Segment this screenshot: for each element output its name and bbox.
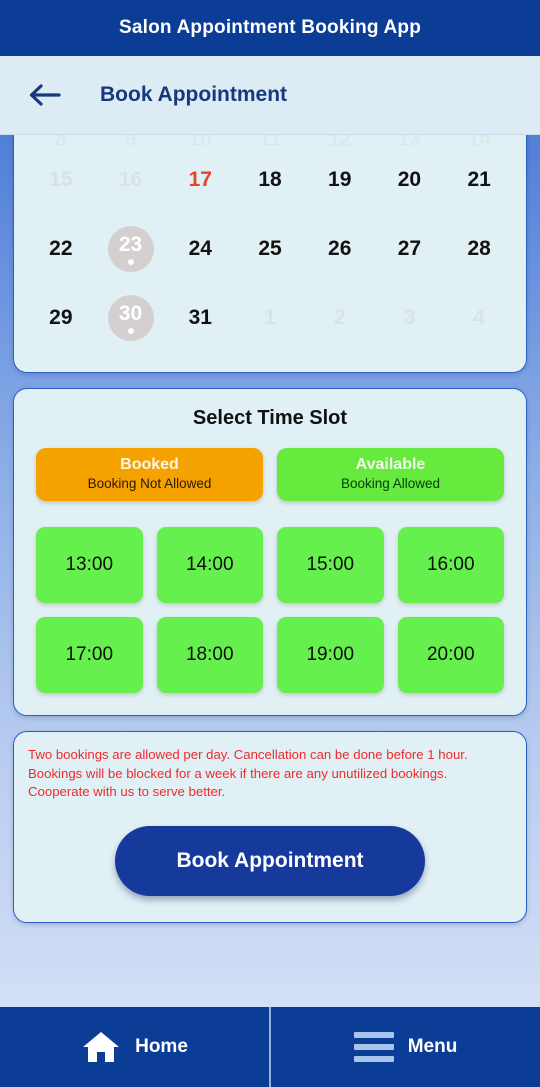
- time-slot-button[interactable]: 18:00: [156, 617, 263, 693]
- calendar-day-cell[interactable]: 21: [444, 145, 514, 214]
- calendar-day-cell: 15: [49, 167, 73, 191]
- calendar-day-cell[interactable]: 11: [235, 135, 305, 145]
- calendar-day-cell[interactable]: 29: [26, 283, 96, 352]
- time-slot-button[interactable]: 15:00: [277, 527, 384, 603]
- time-slot-button[interactable]: 16:00: [397, 527, 504, 603]
- calendar-day-cell: 16: [118, 167, 143, 191]
- calendar-day-dot: [127, 327, 134, 334]
- sub-header: Book Appointment: [0, 56, 540, 135]
- notice-card: Two bookings are allowed per day. Cancel…: [13, 731, 527, 924]
- nav-item-home[interactable]: Home: [0, 1007, 269, 1087]
- calendar-day-cell[interactable]: 31: [165, 283, 235, 352]
- calendar-day-cell[interactable]: 8: [26, 135, 96, 145]
- time-slot-card: Select Time Slot Booked Booking Not Allo…: [13, 388, 527, 716]
- calendar-day-cell: 2: [333, 305, 346, 329]
- calendar-day-cell: 3: [403, 305, 416, 329]
- legend-available: Available Booking Allowed: [277, 448, 504, 501]
- calendar-day-cell[interactable]: 19: [305, 145, 375, 214]
- app-title: Salon Appointment Booking App: [118, 17, 422, 38]
- time-slot-button[interactable]: 20:00: [397, 617, 504, 693]
- content-scroll-area[interactable]: 891011121314 151617181920212223242526272…: [0, 135, 540, 1007]
- time-slot-button[interactable]: 13:00: [36, 527, 143, 603]
- calendar-day-marker: 30: [107, 294, 154, 341]
- legend-available-title: Available: [355, 456, 426, 473]
- calendar-day-cell[interactable]: 20: [375, 145, 445, 214]
- calendar-card[interactable]: 891011121314 151617181920212223242526272…: [13, 135, 527, 373]
- time-slot-button[interactable]: 17:00: [36, 617, 143, 693]
- nav-label-home: Home: [135, 1036, 188, 1057]
- calendar-day-cell[interactable]: 17: [165, 145, 235, 214]
- app-bar: Salon Appointment Booking App: [0, 0, 540, 56]
- time-slot-grid[interactable]: 13:00 14:00 15:00 16:00 17:00 18:00 19:00 20:00: [28, 527, 512, 693]
- calendar-day-label: 23: [118, 232, 143, 256]
- bottom-navigation: Home Menu: [0, 1007, 540, 1087]
- calendar-day-cell[interactable]: 25: [235, 214, 305, 283]
- calendar-row: 22 23 24 25 26 27 28: [26, 214, 514, 283]
- home-icon: [81, 1030, 121, 1064]
- calendar-row: 29 30 31 1 2 3 4: [26, 283, 514, 352]
- hamburger-icon: [353, 1032, 394, 1062]
- calendar-day-cell[interactable]: 14: [444, 135, 514, 145]
- calendar-day-dot: [127, 258, 134, 265]
- calendar-day-label: 30: [118, 301, 143, 325]
- legend-booked-title: Booked: [120, 456, 179, 473]
- cta-wrap: Book Appointment: [28, 826, 512, 897]
- legend-available-subtitle: Booking Allowed: [340, 476, 441, 491]
- calendar-day-cell[interactable]: 12: [305, 135, 375, 145]
- legend-row: Booked Booking Not Allowed Available Boo…: [28, 448, 512, 501]
- book-appointment-button[interactable]: Book Appointment: [115, 826, 425, 897]
- calendar-day-cell[interactable]: 24: [165, 214, 235, 283]
- page-title: Book Appointment: [100, 83, 288, 106]
- calendar-day-marker: 23: [107, 225, 154, 272]
- nav-item-menu[interactable]: Menu: [269, 1007, 540, 1087]
- calendar-day-cell[interactable]: 23: [96, 214, 166, 283]
- calendar-day-cell[interactable]: 27: [375, 214, 445, 283]
- calendar-day-cell[interactable]: 22: [26, 214, 96, 283]
- nav-label-menu: Menu: [407, 1036, 458, 1057]
- calendar-day-cell[interactable]: 13: [375, 135, 445, 145]
- calendar-day-cell[interactable]: 26: [305, 214, 375, 283]
- legend-booked-subtitle: Booking Not Allowed: [87, 476, 212, 491]
- time-slot-button[interactable]: 19:00: [277, 617, 384, 693]
- legend-booked: Booked Booking Not Allowed: [36, 448, 263, 501]
- calendar-day-cell[interactable]: 28: [444, 214, 514, 283]
- calendar-day-cell: 1: [264, 305, 276, 329]
- calendar-day-cell: 4: [473, 305, 485, 329]
- calendar-day-cell[interactable]: 10: [165, 135, 235, 145]
- back-arrow-icon[interactable]: [28, 82, 62, 108]
- calendar-day-cell[interactable]: 9: [96, 135, 166, 145]
- calendar-row: 15 16 17 18 19 20 21: [26, 145, 514, 214]
- calendar-day-cell[interactable]: 18: [235, 145, 305, 214]
- calendar-grid[interactable]: 15 16 17 18 19 20 21 22 23 24 25 26 27 28 29 30 31 1 2 3 4: [26, 145, 514, 352]
- booking-policy-text: Two bookings are allowed per day. Cancel…: [28, 747, 468, 800]
- calendar-row-clipped: 891011121314: [26, 135, 514, 145]
- time-slot-heading: Select Time Slot: [192, 407, 348, 429]
- calendar-day-cell[interactable]: 30: [96, 283, 166, 352]
- time-slot-button[interactable]: 14:00: [156, 527, 263, 603]
